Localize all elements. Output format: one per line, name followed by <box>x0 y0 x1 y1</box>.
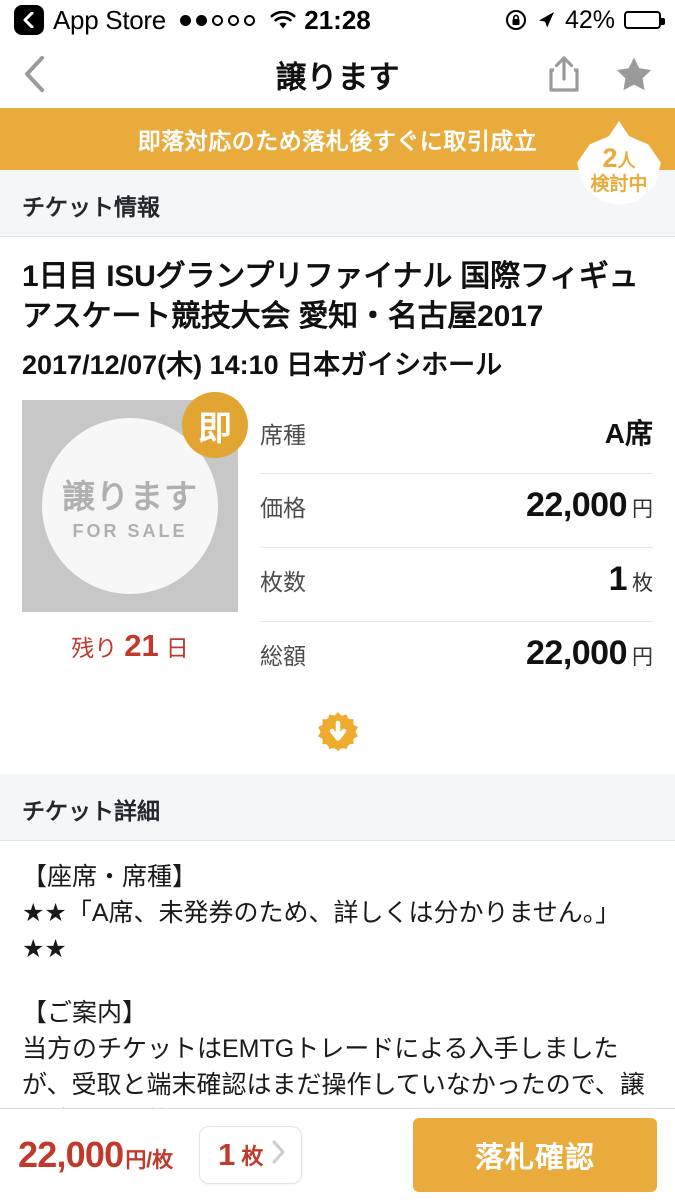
star-icon[interactable] <box>615 56 653 93</box>
down-arrow-burst-icon[interactable] <box>316 710 360 754</box>
quantity-selector[interactable]: 1 枚 <box>199 1125 303 1184</box>
back-to-app-icon[interactable] <box>14 5 44 35</box>
status-bar-left: App Store <box>14 5 296 36</box>
total-unit: 円 <box>632 646 653 670</box>
row-value-quantity: 1 枚 <box>609 560 653 599</box>
quantity-selector-unit: 枚 <box>241 1143 264 1169</box>
rotation-lock-icon <box>505 9 527 31</box>
watchers-badge-content: 2人 検討中 <box>590 133 647 194</box>
back-app-name[interactable]: App Store <box>53 5 166 36</box>
description-line-stars: ★★ <box>22 935 67 964</box>
row-label-quantity: 枚数 <box>260 569 306 596</box>
row-label-total: 総額 <box>260 643 306 670</box>
ticket-thumbnail: 譲ります FOR SALE 即 <box>22 392 248 613</box>
expand-section[interactable] <box>0 696 675 774</box>
instant-deal-badge: 即 <box>182 392 248 459</box>
table-row: 席種 A席 <box>260 400 653 475</box>
battery-percent: 42% <box>564 5 615 34</box>
status-bar: App Store 21:28 42% <box>0 0 675 40</box>
bottom-price-unit: 円/枚 <box>125 1148 174 1172</box>
thumbnail-label-jp: 譲ります <box>62 478 198 516</box>
row-value-total: 22,000 円 <box>526 634 653 673</box>
watchers-badge: 2人 検討中 <box>577 121 661 205</box>
promo-banner-text: 即落対応のため落札後すぐに取引成立 <box>137 128 538 154</box>
navigation-bar: 譲ります <box>0 40 675 108</box>
wifi-icon <box>270 10 296 30</box>
table-row: 価格 22,000 円 <box>260 474 653 549</box>
section-header-ticket-detail: チケット詳細 <box>0 774 675 842</box>
thumbnail-label: 譲ります FOR SALE <box>62 470 198 542</box>
location-arrow-icon <box>536 10 556 30</box>
price-value: 22,000 <box>526 486 628 525</box>
price-unit: 円 <box>632 498 653 522</box>
row-value-seat-type: A席 <box>605 412 653 452</box>
remaining-days-value: 21 <box>124 628 159 664</box>
promo-banner: 即落対応のため落札後すぐに取引成立 2人 検討中 <box>0 108 675 205</box>
event-info: 1日目 ISUグランプリファイナル 国際フィギュアスケート競技大会 愛知・名古屋… <box>0 237 675 386</box>
remaining-days: 残り 21 日 <box>22 628 238 664</box>
table-row: 枚数 1 枚 <box>260 548 653 623</box>
remaining-suffix: 日 <box>165 635 189 662</box>
event-datetime-venue: 2017/12/07(木) 14:10 日本ガイシホール <box>22 350 503 381</box>
app-screen: App Store 21:28 42% 譲ります 即落対応のため落札後すぐに取引… <box>0 0 675 1200</box>
chevron-right-icon <box>271 1139 287 1170</box>
ticket-description: 【座席・席種】 ★★「A席、未発券のため、詳しくは分かりません。」 ★★ 【ご案… <box>0 841 675 1149</box>
bottom-price: 22,000 円/枚 <box>18 1134 173 1176</box>
nav-actions <box>547 55 653 93</box>
bottom-price-value: 22,000 <box>18 1133 124 1175</box>
description-heading-notice: 【ご案内】 <box>22 999 148 1028</box>
watchers-label: 検討中 <box>590 173 648 195</box>
row-label-seat-type: 席種 <box>260 422 306 449</box>
battery-icon <box>624 11 665 29</box>
quantity-unit: 枚 <box>632 572 653 596</box>
product-summary: 譲ります FOR SALE 即 残り 21 日 席種 A席 価格 22,000 … <box>0 386 675 696</box>
share-icon[interactable] <box>547 55 581 93</box>
remaining-prefix: 残り <box>71 635 118 662</box>
quantity-value: 1 <box>608 560 628 599</box>
row-label-price: 価格 <box>260 495 306 522</box>
section-header-ticket-info: チケット情報 <box>0 170 675 237</box>
row-value-price: 22,000 円 <box>526 486 653 525</box>
seat-type-value: A席 <box>604 418 653 450</box>
quantity-selector-value: 1 <box>218 1136 236 1172</box>
status-bar-right: 42% <box>505 5 665 35</box>
thumbnail-column: 譲ります FOR SALE 即 残り 21 日 <box>22 392 248 696</box>
description-heading-seat: 【座席・席種】 <box>22 863 198 892</box>
bottom-action-bar: 22,000 円/枚 1 枚 落札確認 <box>0 1108 675 1200</box>
confirm-bid-button[interactable]: 落札確認 <box>413 1117 657 1192</box>
event-title: 1日目 ISUグランプリファイナル 国際フィギュアスケート競技大会 愛知・名古屋… <box>22 260 639 333</box>
table-row: 総額 22,000 円 <box>260 622 653 696</box>
thumbnail-label-en: FOR SALE <box>72 521 188 542</box>
detail-rows: 席種 A席 価格 22,000 円 枚数 1 枚 総額 22,000 円 <box>260 400 653 696</box>
signal-strength-icon <box>179 14 255 26</box>
description-line-seat: ★★「A席、未発券のため、詳しくは分かりません。」 <box>22 899 621 928</box>
watchers-unit: 人 <box>617 150 636 171</box>
back-button[interactable] <box>22 54 48 94</box>
watchers-count: 2 <box>602 142 618 173</box>
total-value: 22,000 <box>526 634 628 673</box>
